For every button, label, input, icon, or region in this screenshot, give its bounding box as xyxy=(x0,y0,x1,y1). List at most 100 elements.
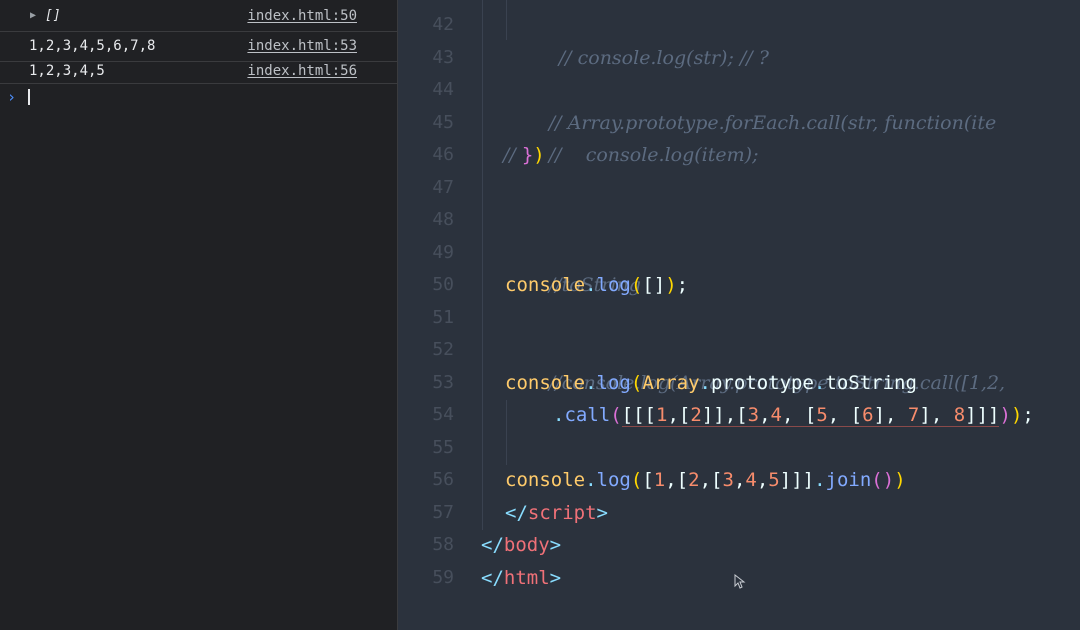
line-number: 48 xyxy=(432,209,454,230)
code-comment: // xyxy=(503,144,522,166)
line-number: 59 xyxy=(432,566,454,588)
console-log-value: [] xyxy=(45,8,61,23)
code-bracket: ]]] xyxy=(779,469,815,491)
code-bracket: ]] xyxy=(701,404,725,426)
code-line-53: console.log(Array.prototype.toString xyxy=(505,367,917,400)
code-line-57: </script> xyxy=(505,497,608,530)
line-number: 49 xyxy=(432,241,454,263)
code-function: log xyxy=(596,371,631,394)
code-comma: , xyxy=(665,469,677,491)
code-number: 2 xyxy=(690,404,702,426)
code-line-46: // }) xyxy=(503,139,545,172)
line-number: 45 xyxy=(432,111,454,133)
code-paren: ( xyxy=(630,469,643,491)
code-bracket: ]]] xyxy=(965,404,1000,426)
console-source-link[interactable]: index.html:56 xyxy=(247,60,357,83)
expand-triangle-icon[interactable]: ▶ xyxy=(30,1,36,31)
code-dot: . xyxy=(699,371,711,394)
code-function: join xyxy=(825,469,872,491)
line-number: 57 xyxy=(432,501,454,523)
line-number: 46 xyxy=(432,144,454,165)
console-input[interactable]: › xyxy=(0,86,397,108)
console-log-row: 1,2,3,4,5,6,7,8 index.html:53 xyxy=(0,31,397,62)
code-number: 6 xyxy=(862,404,874,426)
code-array: [] xyxy=(642,274,666,296)
code-comma: , xyxy=(724,404,737,426)
code-dot: . xyxy=(814,469,826,491)
code-paren: ) xyxy=(533,144,545,166)
code-comma: , xyxy=(930,404,954,426)
code-brace: } xyxy=(521,144,534,166)
code-comma: , xyxy=(667,404,679,426)
line-number: 53 xyxy=(432,371,454,393)
code-semicolon: ; xyxy=(676,274,689,296)
code-bracket: [ xyxy=(736,404,748,426)
code-tag-bracket: </ xyxy=(481,534,504,556)
line-number: 44 xyxy=(432,79,454,100)
code-property: prototype xyxy=(710,371,814,394)
code-dot: . xyxy=(553,404,565,426)
code-number: 5 xyxy=(816,404,828,426)
code-tag-name: script xyxy=(527,501,597,524)
line-number: 43 xyxy=(432,46,454,68)
code-line-42: // console.log(str); // ? xyxy=(513,9,769,69)
line-number: 58 xyxy=(432,534,454,555)
code-property: toString xyxy=(825,371,917,394)
code-editor[interactable]: 42 43 44 45 46 47 48 49 50 51 52 53 54 5… xyxy=(398,0,1080,630)
code-paren: ) xyxy=(894,469,906,491)
code-line-54: .call([[[1,[2]],[3,4, [5, [6], 7], 8]]])… xyxy=(553,399,1034,432)
code-line-52: //console.log(Array.prototype.toString.c… xyxy=(503,334,1005,394)
code-line-50: console.log([]); xyxy=(505,269,688,302)
code-function: call xyxy=(564,404,611,426)
console-log-value: 1,2,3,4,5,6,7,8 xyxy=(29,38,156,54)
code-tag-bracket: > xyxy=(596,501,608,524)
code-dot: . xyxy=(585,371,597,394)
code-bracket: [ xyxy=(678,404,691,426)
console-log-value: 1,2,3,4,5 xyxy=(29,63,105,79)
code-line-56: console.log([1,[2,[3,4,5]]].join()) xyxy=(505,464,906,497)
code-dot: . xyxy=(585,469,597,491)
code-comma: , xyxy=(885,404,908,426)
code-number: 5 xyxy=(768,469,780,491)
code-line-49: //toString xyxy=(503,237,641,296)
code-line-45: // console.log(item); xyxy=(503,107,759,166)
mouse-pointer-icon xyxy=(734,574,746,589)
indent-guide xyxy=(482,0,483,530)
code-comment: // console.log(str); // ? xyxy=(558,46,769,69)
code-comma: , xyxy=(759,404,771,426)
line-number: 51 xyxy=(432,306,454,328)
code-paren: ( xyxy=(630,371,643,394)
code-paren: ( xyxy=(610,404,622,426)
console-source-link[interactable]: index.html:53 xyxy=(247,31,357,61)
prompt-chevron-icon: › xyxy=(7,88,17,106)
code-tag-bracket: > xyxy=(549,534,562,556)
code-object: console xyxy=(505,371,586,394)
code-number: 1 xyxy=(656,404,668,426)
code-number: 3 xyxy=(722,469,734,491)
code-paren: () xyxy=(871,469,895,491)
devtools-console: ▶ [] index.html:50 1,2,3,4,5,6,7,8 index… xyxy=(0,0,397,630)
code-paren: ) xyxy=(1010,404,1023,426)
code-semicolon: ; xyxy=(1022,404,1034,426)
line-number: 50 xyxy=(432,274,454,295)
code-number: 2 xyxy=(688,469,700,491)
code-comma: , xyxy=(781,404,805,426)
code-comma: , xyxy=(756,469,769,491)
code-dot: . xyxy=(585,274,597,296)
code-bracket: [ xyxy=(642,469,654,491)
console-log-row[interactable]: ▶ [] index.html:50 xyxy=(0,1,397,32)
console-source-link[interactable]: index.html:50 xyxy=(247,1,357,31)
code-function: log xyxy=(596,274,631,296)
code-dot: . xyxy=(813,371,826,394)
code-line-44: // Array.prototype.forEach.call(str, fun… xyxy=(503,74,996,134)
code-tag-bracket: </ xyxy=(481,566,504,589)
code-object: console xyxy=(505,469,586,491)
console-log-row: 1,2,3,4,5 index.html:56 xyxy=(0,60,397,84)
code-number: 1 xyxy=(653,469,666,491)
code-bracket: [ xyxy=(804,404,817,426)
line-number: 54 xyxy=(432,404,454,425)
code-bracket: [[[ xyxy=(621,404,656,426)
code-number: 4 xyxy=(770,404,782,426)
code-number: 8 xyxy=(953,404,966,426)
code-number: 7 xyxy=(907,404,920,426)
